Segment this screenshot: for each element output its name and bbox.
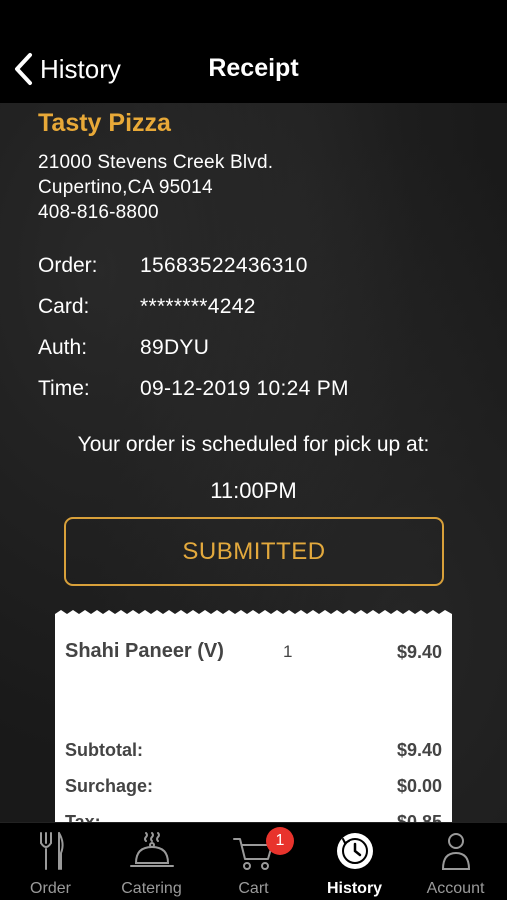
nav-bar: History Receipt: [0, 0, 507, 103]
receipt-card: Shahi Paneer (V) 1 $9.40 Subtotal: $9.40…: [55, 616, 452, 823]
auth-code: 89DYU: [140, 336, 210, 359]
clock-history-icon: [336, 833, 373, 869]
tab-order[interactable]: Order: [0, 823, 101, 900]
tab-bar: Order Catering Cart History Account: [0, 822, 507, 900]
subtotal-label: Subtotal:: [65, 740, 143, 760]
order-number: 15683522436310: [140, 254, 308, 277]
item-price: $9.40: [396, 642, 442, 662]
tab-history[interactable]: History: [304, 823, 405, 900]
cloche-icon: [129, 832, 174, 867]
store-address-line1: 21000 Stevens Creek Blvd.: [38, 152, 274, 173]
tab-account-label: Account: [426, 880, 485, 897]
fork-knife-icon: [39, 832, 64, 870]
page-title: Receipt: [0, 54, 507, 83]
tab-catering-label: Catering: [121, 880, 182, 897]
surcharge-value: $0.00: [396, 776, 442, 796]
surcharge-label: Surchage:: [65, 776, 154, 796]
auth-label: Auth:: [38, 336, 88, 359]
time-label: Time:: [38, 377, 90, 400]
store-phone: 408-816-8800: [38, 202, 159, 223]
card-number: ********4242: [140, 295, 256, 318]
subtotal-value: $9.40: [396, 740, 442, 760]
tab-account[interactable]: Account: [405, 823, 506, 900]
order-label: Order:: [38, 254, 98, 277]
cart-count-badge: 1: [266, 827, 294, 855]
pickup-message: Your order is scheduled for pick up at:: [77, 433, 430, 456]
tab-order-label: Order: [30, 880, 71, 897]
receipt-screen: History Receipt Tasty Pizza 21000 Steven…: [0, 0, 507, 900]
tab-catering[interactable]: Catering: [101, 823, 202, 900]
tab-cart-label: Cart: [238, 880, 269, 897]
receipt-content[interactable]: Tasty Pizza 21000 Stevens Creek Blvd. Cu…: [0, 103, 507, 823]
store-name: Tasty Pizza: [38, 109, 171, 137]
pickup-time: 11:00PM: [210, 478, 297, 503]
card-label: Card:: [38, 295, 90, 318]
status-button[interactable]: SUBMITTED: [64, 517, 444, 586]
tab-history-label: History: [326, 880, 383, 897]
user-icon: [441, 833, 470, 870]
item-name: Shahi Paneer (V): [65, 640, 224, 662]
item-quantity: 1: [283, 642, 293, 661]
order-time: 09-12-2019 10:24 PM: [140, 377, 349, 400]
store-address-line2: Cupertino,CA 95014: [38, 177, 213, 198]
page-title-text: Receipt: [208, 54, 299, 82]
